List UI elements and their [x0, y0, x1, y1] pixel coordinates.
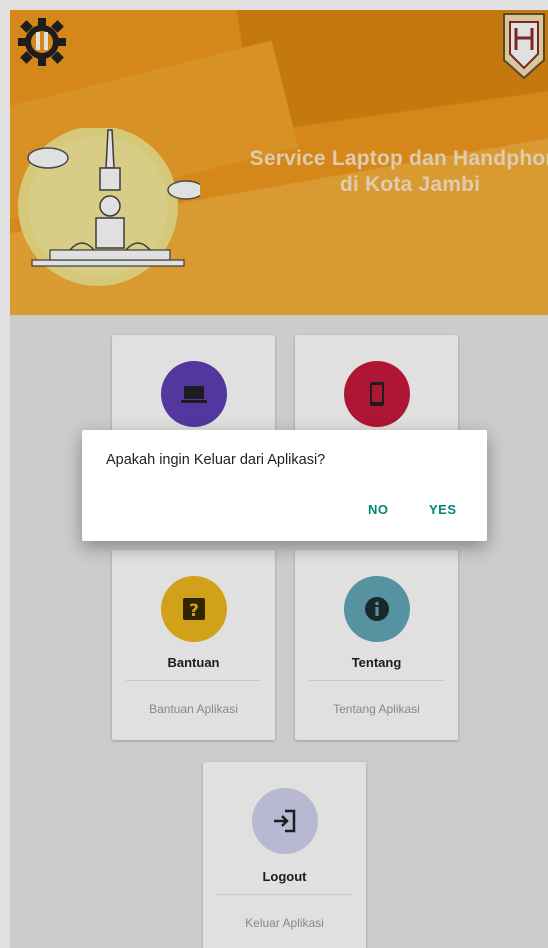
yes-button[interactable]: YES: [429, 502, 457, 517]
dialog-message: Apakah ingin Keluar dari Aplikasi?: [106, 452, 326, 468]
exit-confirm-dialog: Apakah ingin Keluar dari Aplikasi? NO YE…: [82, 430, 487, 541]
no-button[interactable]: NO: [368, 502, 389, 517]
